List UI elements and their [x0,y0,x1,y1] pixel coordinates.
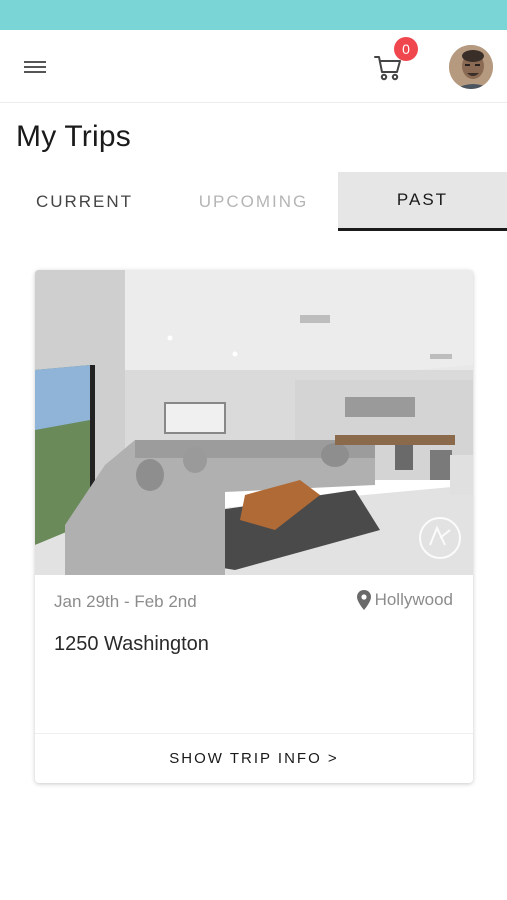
trip-location: Hollywood [356,590,453,610]
trip-address: 1250 Washington [54,633,209,655]
tab-past[interactable]: PAST [338,172,507,231]
trip-dates: Jan 29th - Feb 2nd [54,592,197,611]
trip-tabs: CURRENT UPCOMING PAST [0,172,507,231]
living-room-photo[interactable] [35,270,473,575]
map-pin-icon [356,590,371,610]
tab-current[interactable]: CURRENT [0,172,169,231]
menu-button[interactable] [22,56,48,78]
app-bar: 0 [0,30,507,103]
avatar-photo [449,45,493,89]
status-bar [0,0,507,30]
tab-upcoming[interactable]: UPCOMING [169,172,338,231]
show-trip-info-button[interactable]: SHOW TRIP INFO > [35,734,473,783]
cart-count-badge: 0 [394,37,418,61]
trip-card: Jan 29th - Feb 2nd Hollywood 1250 Washin… [35,270,473,783]
page-title: My Trips [16,120,131,153]
hamburger-menu-icon [24,61,46,73]
user-avatar[interactable] [449,45,493,89]
location-label: Hollywood [374,590,453,609]
